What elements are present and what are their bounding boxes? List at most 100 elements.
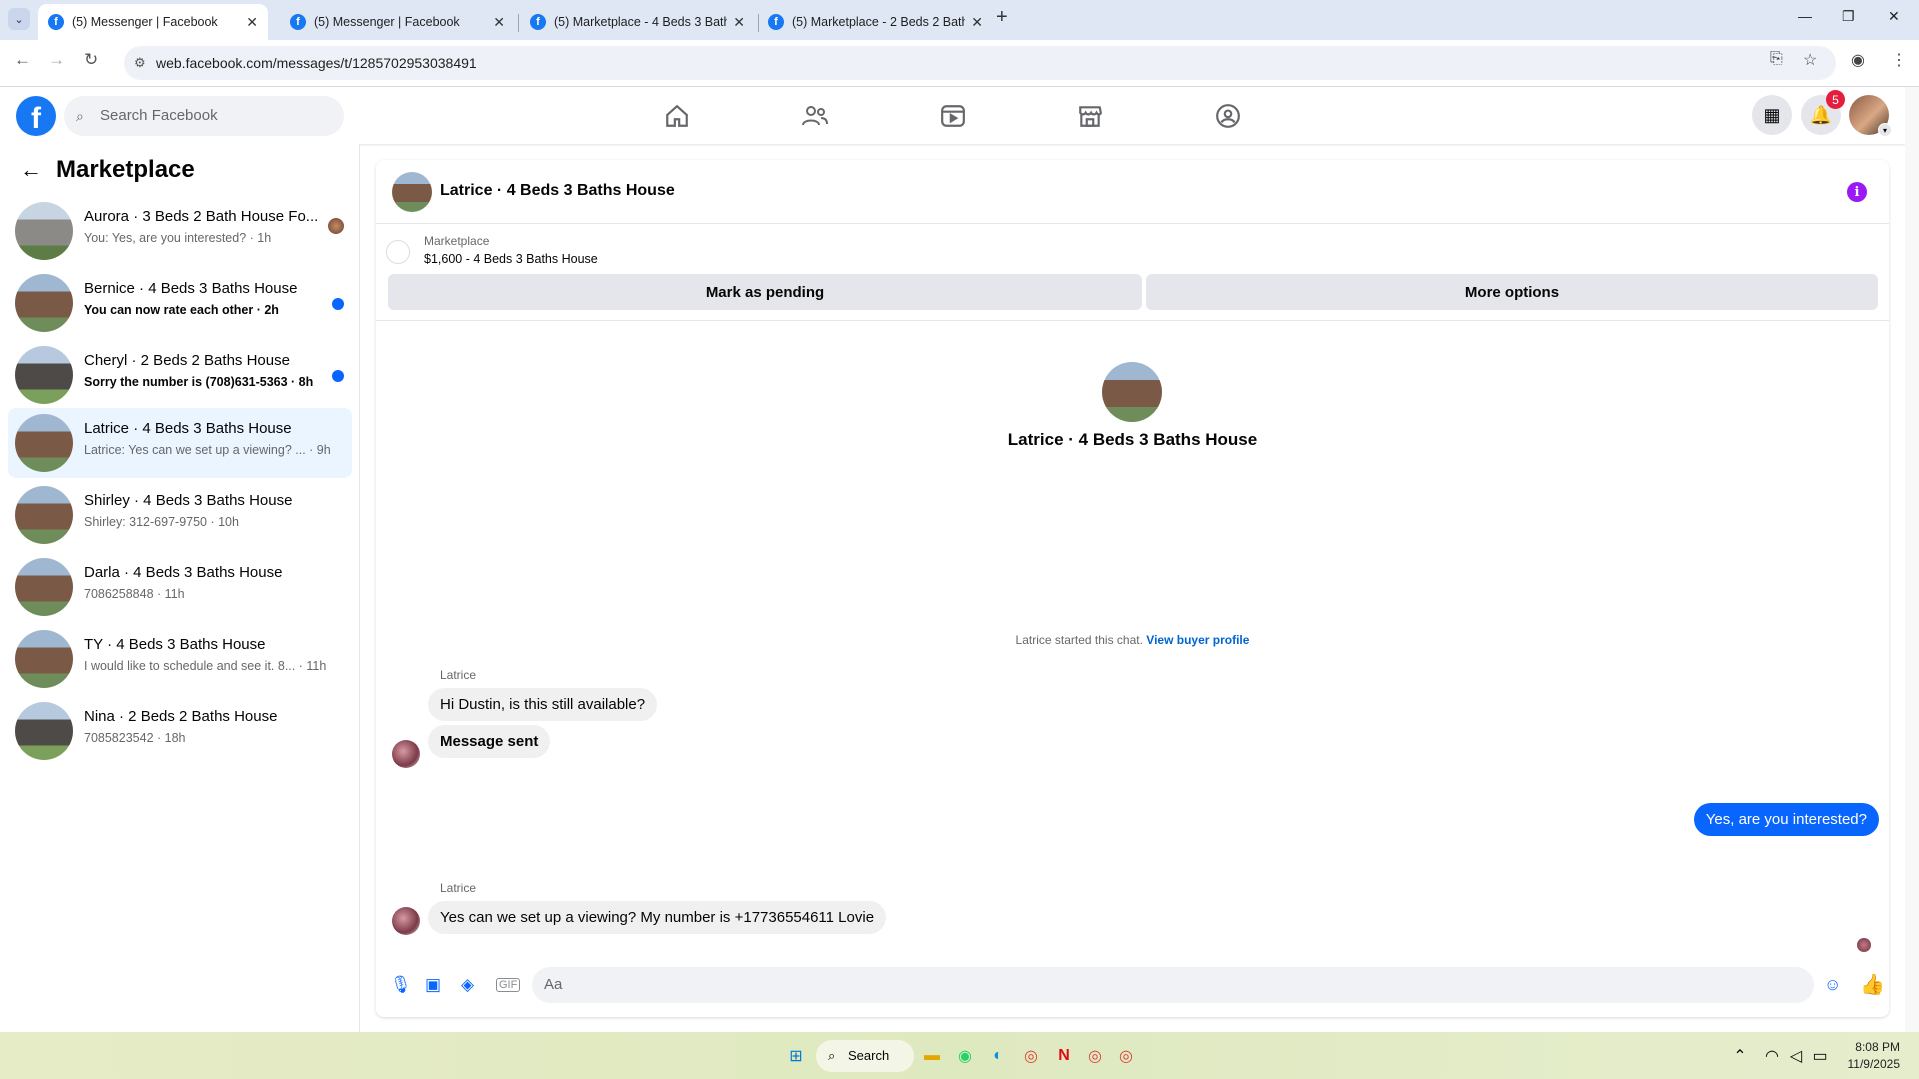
restore-icon[interactable]: ❐ [1842, 8, 1855, 25]
facebook-favicon-icon: f [530, 14, 546, 30]
whatsapp-icon[interactable]: ◉ [953, 1044, 977, 1068]
listing-summary: $1,600 - 4 Beds 3 Baths House [424, 252, 598, 266]
install-app-icon[interactable]: ⎘ [1770, 50, 1783, 68]
gif-icon[interactable]: GIF [496, 978, 521, 992]
conversation-item-active[interactable]: Latrice · 4 Beds 3 Baths House Latrice: … [8, 408, 352, 478]
url-text: web.facebook.com/messages/t/128570295303… [156, 55, 477, 71]
conversation-preview: Shirley: 312-697-9750 · 10h [84, 515, 239, 529]
conversation-name: Latrice · 4 Beds 3 Baths House [84, 420, 292, 437]
close-tab-icon[interactable]: ✕ [971, 14, 983, 31]
bookmark-star-icon[interactable]: ☆ [1803, 50, 1817, 70]
back-arrow-icon[interactable]: ← [20, 157, 42, 183]
clock-time[interactable]: 8:08 PM [1840, 1040, 1900, 1054]
clock-date[interactable]: 11/9/2025 [1840, 1057, 1901, 1071]
tray-chevron-icon[interactable]: ⌃ [1728, 1044, 1752, 1068]
conversation-name: Bernice · 4 Beds 3 Baths House [84, 280, 298, 297]
close-tab-icon[interactable]: ✕ [493, 14, 505, 31]
url-field[interactable]: ⚙ web.facebook.com/messages/t/1285702953… [124, 46, 1836, 80]
close-tab-icon[interactable]: ✕ [246, 14, 258, 31]
message-input[interactable]: Aa [532, 967, 1814, 1003]
conversation-preview: You: Yes, are you interested? · 1h [84, 231, 272, 245]
taskbar-search[interactable]: ⌕ Search [816, 1040, 914, 1072]
back-arrow-icon[interactable]: ← [14, 50, 31, 70]
conversation-name: Aurora · 3 Beds 2 Bath House Fo... [84, 208, 319, 225]
file-explorer-icon[interactable]: ▬ [920, 1044, 944, 1068]
mark-as-pending-button[interactable]: Mark as pending [388, 274, 1142, 310]
conversation-item[interactable]: Bernice · 4 Beds 3 Baths House You can n… [8, 268, 352, 338]
conversation-item[interactable]: Aurora · 3 Beds 2 Bath House Fo... You: … [8, 196, 352, 266]
volume-icon[interactable]: ◁ [1784, 1044, 1808, 1068]
conversation-item[interactable]: Nina · 2 Beds 2 Baths House 7085823542 ·… [8, 696, 352, 766]
netflix-icon[interactable]: N [1052, 1044, 1076, 1068]
browser-tab-1[interactable]: f (5) Messenger | Facebook ✕ [38, 4, 268, 40]
battery-icon[interactable]: ▭ [1808, 1044, 1832, 1068]
unread-dot [332, 298, 344, 310]
menu-grid-icon[interactable]: ▦ [1752, 95, 1792, 135]
groups-icon[interactable] [1211, 99, 1245, 133]
facebook-logo-icon[interactable]: f [16, 96, 56, 136]
conversation-item[interactable]: TY · 4 Beds 3 Baths House I would like t… [8, 624, 352, 694]
sender-avatar[interactable] [392, 907, 420, 935]
site-info-icon[interactable]: ⚙ [134, 46, 146, 80]
tab-search-dropdown[interactable]: ⌄ [8, 8, 30, 30]
browser-tab-3[interactable]: f (5) Marketplace - 4 Beds 3 Bath ✕ [520, 4, 755, 40]
friends-icon[interactable] [798, 99, 832, 133]
browser-menu-icon[interactable]: ⋮ [1891, 50, 1907, 70]
message-placeholder: Aa [544, 976, 563, 993]
incoming-message[interactable]: Yes can we set up a viewing? My number i… [428, 901, 887, 934]
outgoing-message[interactable]: Yes, are you interested? [1693, 803, 1879, 836]
chrome-profile-icon[interactable]: ◎ [1083, 1044, 1107, 1068]
sticker-icon[interactable]: ◈ [461, 975, 474, 995]
listing-thumbnail [15, 702, 73, 760]
read-receipt-avatar [328, 218, 344, 234]
chat-listing-avatar[interactable] [392, 172, 432, 212]
emoji-icon[interactable]: ☺ [1824, 975, 1841, 995]
search-placeholder: Search Facebook [100, 107, 218, 124]
windows-start-icon[interactable]: ⊞ [784, 1044, 808, 1068]
forward-arrow-icon[interactable]: → [48, 50, 65, 70]
microphone-icon[interactable]: 🎙 [390, 975, 412, 995]
conversation-item[interactable]: Cheryl · 2 Beds 2 Baths House Sorry the … [8, 340, 352, 410]
conversation-item[interactable]: Shirley · 4 Beds 3 Baths House Shirley: … [8, 480, 352, 550]
listing-thumbnail [15, 346, 73, 404]
conversation-name: Shirley · 4 Beds 3 Baths House [84, 492, 293, 509]
unread-dot [332, 370, 344, 382]
listing-status-icon [386, 240, 410, 264]
chat-title[interactable]: Latrice · 4 Beds 3 Baths House [440, 182, 675, 200]
profile-icon[interactable]: ◉ [1851, 50, 1865, 70]
chrome-icon[interactable]: ◎ [1019, 1044, 1043, 1068]
edge-icon[interactable]: ◐ [986, 1044, 1010, 1068]
notification-badge: 5 [1826, 90, 1845, 109]
address-bar-row: ← → ↻ ⚙ web.facebook.com/messages/t/1285… [0, 40, 1919, 87]
browser-tab-2[interactable]: f (5) Messenger | Facebook ✕ [280, 4, 515, 40]
photo-icon[interactable]: ▣ [425, 975, 441, 995]
minimize-icon[interactable]: — [1798, 8, 1812, 24]
os-taskbar: ⊞ ⌕ Search ▬ ◉ ◐ ◎ N ◎ ◎ ⌃ ◠ ◁ ▭ 8:08 PM… [0, 1032, 1919, 1079]
incoming-message[interactable]: Hi Dustin, is this still available? [428, 688, 658, 721]
conversation-item[interactable]: Darla · 4 Beds 3 Baths House 7086258848 … [8, 552, 352, 622]
reload-icon[interactable]: ↻ [84, 50, 98, 70]
wifi-icon[interactable]: ◠ [1760, 1044, 1784, 1068]
close-window-icon[interactable]: ✕ [1888, 8, 1900, 25]
view-buyer-profile-link[interactable]: View buyer profile [1146, 633, 1249, 647]
page-scrollbar[interactable] [1905, 87, 1919, 1032]
info-icon[interactable]: i [1847, 182, 1867, 202]
chrome-active-icon[interactable]: ◎ [1114, 1044, 1138, 1068]
incoming-message[interactable]: Message sent [428, 725, 551, 758]
conversation-sidebar: ← Marketplace Aurora · 3 Beds 2 Bath Hou… [0, 144, 360, 1032]
conversation-avatar[interactable] [1102, 362, 1162, 422]
home-icon[interactable] [660, 99, 694, 133]
browser-tab-4[interactable]: f (5) Marketplace - 2 Beds 2 Bath ✕ [758, 4, 993, 40]
account-avatar[interactable]: ▾ [1849, 95, 1892, 137]
like-thumb-icon[interactable]: 👍 [1860, 972, 1885, 997]
more-options-button[interactable]: More options [1146, 274, 1878, 310]
close-tab-icon[interactable]: ✕ [733, 14, 745, 31]
sidebar-title: Marketplace [56, 156, 195, 183]
marketplace-icon[interactable] [1073, 99, 1107, 133]
search-icon: ⌕ [828, 1048, 836, 1063]
conversation-preview: I would like to schedule and see it. 8..… [84, 659, 327, 673]
video-icon[interactable] [936, 99, 970, 133]
search-input[interactable]: ⌕ Search Facebook [64, 96, 344, 136]
new-tab-icon[interactable]: + [996, 6, 1008, 29]
sender-avatar[interactable] [392, 740, 420, 768]
